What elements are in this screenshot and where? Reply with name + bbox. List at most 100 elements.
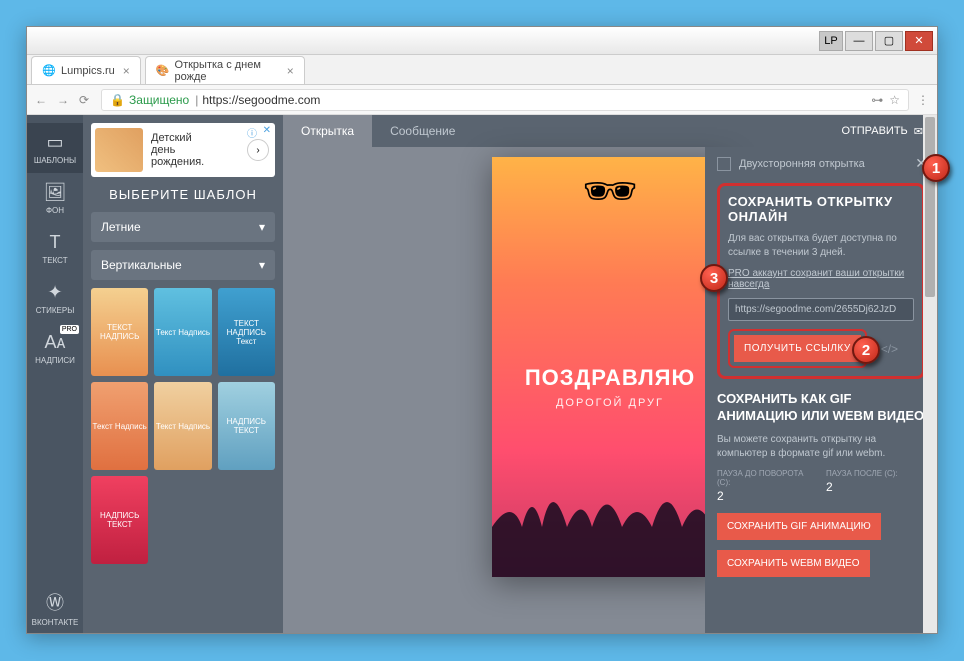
tab-close-icon[interactable]: × — [123, 64, 130, 78]
template-thumb[interactable]: Текст Надпись — [91, 382, 148, 470]
tab-postcard[interactable]: Открытка — [283, 115, 372, 147]
tool-vk[interactable]: Ⓦ ВКОНТАКТЕ — [27, 583, 83, 633]
chevron-down-icon: ▾ — [259, 220, 265, 234]
browser-window: LP — ▢ ✕ 🌐 Lumpics.ru × 🎨 Открытка с дне… — [26, 26, 938, 634]
tool-labels[interactable]: Aᴀ НАДПИСИ — [27, 323, 83, 373]
favicon-icon: 🌐 — [42, 64, 56, 78]
ad-image — [95, 128, 143, 172]
annotation-marker-2: 2 — [852, 336, 880, 364]
two-sided-label: Двухсторонняя открытка — [739, 158, 865, 170]
save-online-title: СОХРАНИТЬ ОТКРЫТКУ ОНЛАЙН — [728, 194, 914, 224]
url-input[interactable]: 🔒 Защищено | https://segoodme.com ⊶ ☆ — [101, 89, 909, 111]
dropdown-orientation[interactable]: Вертикальные ▾ — [91, 250, 275, 280]
tool-text[interactable]: T ТЕКСТ — [27, 223, 83, 273]
window-close-button[interactable]: ✕ — [905, 31, 933, 51]
background-icon: 🖼 — [44, 182, 67, 203]
sunglasses-graphic: 🕶 — [582, 165, 638, 217]
template-thumb[interactable]: Текст Надпись — [154, 382, 211, 470]
pause-before-value[interactable]: 2 — [717, 489, 816, 503]
tool-label: ФОН — [46, 206, 64, 215]
template-thumb[interactable]: НАДПИСЬ ТЕКСТ — [218, 382, 275, 470]
forward-icon[interactable]: → — [57, 93, 69, 107]
ad-close-icon[interactable]: ✕ — [263, 125, 271, 136]
chevron-down-icon: ▾ — [259, 258, 265, 272]
back-icon[interactable]: ← — [35, 93, 47, 107]
card-title: ПОЗДРАВЛЯЮ — [525, 365, 695, 391]
template-thumb[interactable]: Текст Надпись — [154, 288, 211, 376]
star-icon[interactable]: ☆ — [889, 93, 900, 107]
tab-postcard[interactable]: 🎨 Открытка с днем рожде × — [145, 56, 305, 84]
pause-after-label: ПАУЗА ПОСЛЕ (С): — [826, 469, 925, 478]
embed-icon[interactable]: </> — [881, 342, 898, 356]
lp-button[interactable]: LP — [819, 31, 843, 51]
pause-before-label: ПАУЗА ДО ПОВОРОТА (С): — [717, 469, 816, 487]
card-subtitle: ДОРОГОЙ ДРУГ — [556, 397, 664, 409]
templates-grid: ТЕКСТ НАДПИСЬ Текст Надпись ТЕКСТ НАДПИС… — [91, 288, 275, 564]
tab-message[interactable]: Сообщение — [372, 115, 473, 147]
favicon-icon: 🎨 — [156, 64, 170, 78]
titlebar: LP — ▢ ✕ — [27, 27, 937, 55]
postcard-preview[interactable]: 🕶 ПОЗДРАВЛЯЮ ДОРОГОЙ ДРУГ — [492, 157, 728, 577]
get-link-highlight: ПОЛУЧИТЬ ССЫЛКУ — [728, 329, 867, 368]
template-thumb[interactable]: ТЕКСТ НАДПИСЬ Текст — [218, 288, 275, 376]
stickers-icon: ✦ — [47, 282, 62, 303]
dropdown-label: Летние — [101, 220, 141, 234]
ad-text: Детский день рождения. — [151, 132, 204, 168]
save-webm-button[interactable]: СОХРАНИТЬ WEBM ВИДЕО — [717, 550, 870, 577]
save-online-block: СОХРАНИТЬ ОТКРЫТКУ ОНЛАЙН Для вас открыт… — [717, 183, 925, 379]
palm-graphic — [492, 467, 728, 577]
save-gif-button[interactable]: СОХРАНИТЬ GIF АНИМАЦИЮ — [717, 513, 881, 540]
tool-label: НАДПИСИ — [35, 356, 75, 365]
template-thumb[interactable]: ТЕКСТ НАДПИСЬ — [91, 288, 148, 376]
pause-after-value[interactable]: 2 — [826, 480, 925, 494]
scrollbar[interactable] — [923, 115, 937, 633]
labels-icon: Aᴀ — [45, 332, 66, 353]
tool-label: СТИКЕРЫ — [36, 306, 75, 315]
tool-label: ТЕКСТ — [42, 256, 67, 265]
tool-label: ВКОНТАКТЕ — [32, 618, 79, 627]
reload-icon[interactable]: ⟳ — [79, 93, 89, 107]
annotation-marker-3: 3 — [700, 264, 728, 292]
two-sided-row: Двухсторонняя открытка — [717, 157, 925, 171]
nav-buttons: ← → ⟳ — [35, 93, 89, 107]
send-button[interactable]: ОТПРАВИТЬ ✉ — [827, 125, 937, 138]
ad-arrow-icon[interactable]: › — [247, 139, 269, 161]
menu-icon[interactable]: ⋮ — [917, 93, 929, 107]
templates-icon: ▭ — [46, 132, 63, 153]
save-gif-title: СОХРАНИТЬ КАК GIF АНИМАЦИЮ ИЛИ WEBM ВИДЕ… — [717, 391, 925, 425]
pro-link[interactable]: PRO аккаунт сохранит ваши открытки навсе… — [728, 268, 914, 290]
scrollbar-thumb[interactable] — [925, 117, 935, 297]
two-sided-checkbox[interactable] — [717, 157, 731, 171]
url-text: https://segoodme.com — [202, 93, 871, 107]
share-link-input[interactable] — [728, 298, 914, 321]
app-body: ▭ ШАБЛОНЫ 🖼 ФОН T ТЕКСТ ✦ СТИКЕРЫ Aᴀ НАД… — [27, 115, 937, 633]
pause-row: ПАУЗА ДО ПОВОРОТА (С): 2 ПАУЗА ПОСЛЕ (С)… — [717, 469, 925, 503]
tool-templates[interactable]: ▭ ШАБЛОНЫ — [27, 123, 83, 173]
tab-label: Открытка с днем рожде — [175, 59, 279, 83]
tabs-bar: 🌐 Lumpics.ru × 🎨 Открытка с днем рожде × — [27, 55, 937, 85]
maximize-button[interactable]: ▢ — [875, 31, 903, 51]
send-label: ОТПРАВИТЬ — [841, 125, 907, 137]
canvas-area: Открытка Сообщение ОТПРАВИТЬ ✉ 🕶 ПОЗДРАВ… — [283, 115, 937, 633]
tool-background[interactable]: 🖼 ФОН — [27, 173, 83, 223]
get-link-button[interactable]: ПОЛУЧИТЬ ССЫЛКУ — [734, 335, 861, 362]
key-icon[interactable]: ⊶ — [871, 93, 883, 107]
minimize-button[interactable]: — — [845, 31, 873, 51]
send-panel: ✕ Двухсторонняя открытка СОХРАНИТЬ ОТКРЫ… — [705, 147, 937, 633]
send-icon: ✉ — [914, 125, 923, 138]
tab-lumpics[interactable]: 🌐 Lumpics.ru × — [31, 56, 141, 84]
secure-label: Защищено — [129, 93, 189, 107]
dropdown-label: Вертикальные — [101, 258, 182, 272]
tool-rail: ▭ ШАБЛОНЫ 🖼 ФОН T ТЕКСТ ✦ СТИКЕРЫ Aᴀ НАД… — [27, 115, 83, 633]
template-thumb[interactable]: НАДПИСЬ ТЕКСТ — [91, 476, 148, 564]
ad-info-icon[interactable]: ⓘ — [247, 125, 257, 140]
ad-banner[interactable]: ⓘ ✕ Детский день рождения. › — [91, 123, 275, 177]
tool-label: ШАБЛОНЫ — [34, 156, 76, 165]
save-online-desc: Для вас открытка будет доступна по ссылк… — [728, 232, 914, 260]
url-bar: ← → ⟳ 🔒 Защищено | https://segoodme.com … — [27, 85, 937, 115]
tool-stickers[interactable]: ✦ СТИКЕРЫ — [27, 273, 83, 323]
tab-close-icon[interactable]: × — [287, 64, 294, 78]
dropdown-theme[interactable]: Летние ▾ — [91, 212, 275, 242]
lock-icon: 🔒 — [110, 93, 125, 107]
vk-icon: Ⓦ — [46, 589, 64, 615]
